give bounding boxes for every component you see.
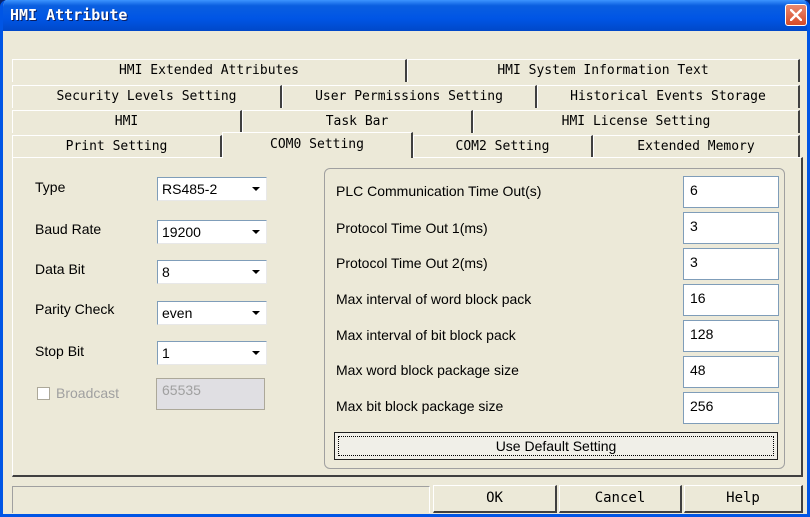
tab-row-2: Security Levels Setting User Permissions… xyxy=(12,85,800,108)
tab-hmi-system-information-text[interactable]: HMI System Information Text xyxy=(407,59,800,82)
use-default-setting-button[interactable]: Use Default Setting xyxy=(334,432,778,460)
stop-bit-value: 1 xyxy=(162,345,170,361)
parity-check-select[interactable]: even xyxy=(157,301,267,325)
baud-rate-label: Baud Rate xyxy=(35,221,102,237)
protocol-timeout-2-label: Protocol Time Out 2(ms) xyxy=(336,255,488,271)
chevron-down-icon xyxy=(252,187,260,191)
focus-rect xyxy=(338,436,774,456)
close-icon xyxy=(790,9,802,21)
bit-block-interval-input[interactable]: 128 xyxy=(683,320,779,352)
stop-bit-label: Stop Bit xyxy=(35,343,85,359)
protocol-settings-group: PLC Communication Time Out(s) 6 Protocol… xyxy=(324,168,785,469)
protocol-timeout-2-input[interactable]: 3 xyxy=(683,248,779,280)
broadcast-label: Broadcast xyxy=(56,385,120,401)
dialog-body: HMI Extended Attributes HMI System Infor… xyxy=(6,31,807,514)
tab-row-1: HMI Extended Attributes HMI System Infor… xyxy=(12,59,800,82)
data-bit-label: Data Bit xyxy=(35,261,85,277)
plc-timeout-input[interactable]: 6 xyxy=(683,176,779,208)
bit-block-size-input[interactable]: 256 xyxy=(683,392,779,424)
baud-rate-select[interactable]: 19200 xyxy=(157,220,267,244)
data-bit-value: 8 xyxy=(162,264,170,280)
type-value: RS485-2 xyxy=(162,181,218,197)
tab-com2-setting[interactable]: COM2 Setting xyxy=(413,135,593,158)
dialog-footer: OK Cancel Help xyxy=(12,480,803,513)
broadcast-address-field: 65535 xyxy=(156,378,265,410)
word-block-size-input[interactable]: 48 xyxy=(683,356,779,388)
tab-hmi[interactable]: HMI xyxy=(12,110,242,133)
word-block-interval-label: Max interval of word block pack xyxy=(336,291,532,307)
ok-button[interactable]: OK xyxy=(433,485,557,513)
hmi-attribute-dialog: HMI Attribute HMI Extended Attributes HM… xyxy=(0,0,810,517)
com0-setting-panel: Type RS485-2 Baud Rate 19200 Data Bit 8 … xyxy=(12,157,803,477)
tab-hmi-extended-attributes[interactable]: HMI Extended Attributes xyxy=(12,59,407,82)
chevron-down-icon xyxy=(252,351,260,355)
tab-user-permissions-setting[interactable]: User Permissions Setting xyxy=(282,85,537,108)
status-area xyxy=(12,486,430,513)
tab-print-setting[interactable]: Print Setting xyxy=(12,135,222,158)
protocol-timeout-1-input[interactable]: 3 xyxy=(683,212,779,244)
data-bit-select[interactable]: 8 xyxy=(157,260,267,284)
parity-check-value: even xyxy=(162,305,193,321)
tab-row-3: HMI Task Bar HMI License Setting xyxy=(12,110,800,133)
stop-bit-select[interactable]: 1 xyxy=(157,341,267,365)
baud-rate-value: 19200 xyxy=(162,224,201,240)
help-button[interactable]: Help xyxy=(684,485,803,513)
chevron-down-icon xyxy=(252,311,260,315)
chevron-down-icon xyxy=(252,230,260,234)
title-bar[interactable]: HMI Attribute xyxy=(3,0,807,31)
cancel-button[interactable]: Cancel xyxy=(559,485,682,513)
bit-block-size-label: Max bit block package size xyxy=(336,398,504,414)
tab-row-4: Print Setting COM0 Setting COM2 Setting … xyxy=(12,132,800,158)
tab-security-levels-setting[interactable]: Security Levels Setting xyxy=(12,85,282,108)
type-label: Type xyxy=(35,179,66,195)
parity-check-label: Parity Check xyxy=(35,301,115,317)
tab-com0-setting[interactable]: COM0 Setting xyxy=(222,132,413,158)
chevron-down-icon xyxy=(252,270,260,274)
word-block-size-label: Max word block package size xyxy=(336,362,519,378)
tab-extended-memory[interactable]: Extended Memory xyxy=(593,135,800,158)
protocol-timeout-1-label: Protocol Time Out 1(ms) xyxy=(336,220,488,236)
tab-hmi-license-setting[interactable]: HMI License Setting xyxy=(473,110,800,133)
tab-task-bar[interactable]: Task Bar xyxy=(242,110,473,133)
plc-timeout-label: PLC Communication Time Out(s) xyxy=(336,183,542,199)
bit-block-interval-label: Max interval of bit block pack xyxy=(336,327,516,343)
tab-historical-events-storage[interactable]: Historical Events Storage xyxy=(537,85,800,108)
word-block-interval-input[interactable]: 16 xyxy=(683,284,779,316)
window-title: HMI Attribute xyxy=(10,6,128,24)
type-select[interactable]: RS485-2 xyxy=(157,177,267,201)
close-button[interactable] xyxy=(785,4,807,26)
broadcast-checkbox[interactable] xyxy=(37,387,50,400)
